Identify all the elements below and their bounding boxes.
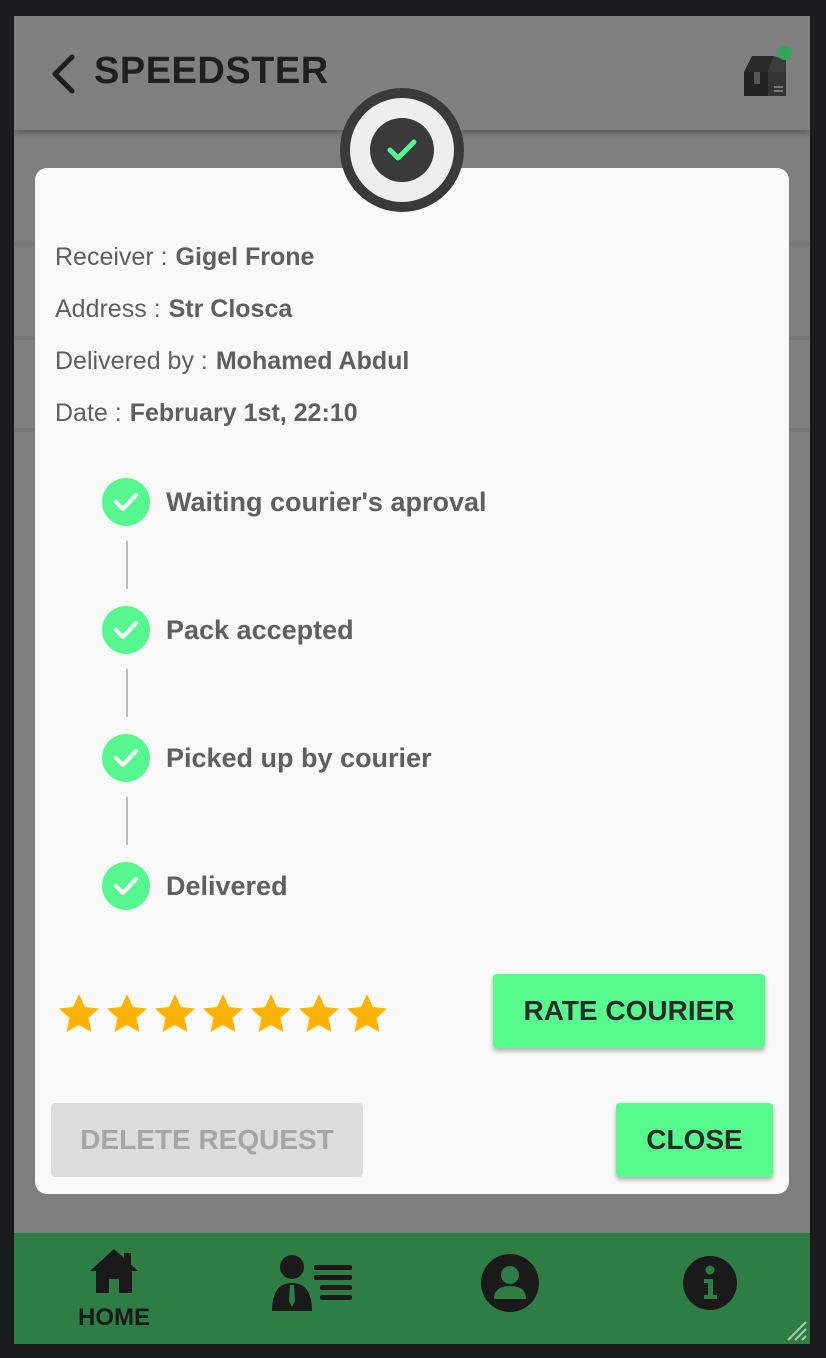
- nav-home-label: HOME: [78, 1304, 150, 1331]
- back-button[interactable]: [48, 54, 78, 94]
- receiver-label: Receiver :: [55, 243, 168, 271]
- nav-info[interactable]: [660, 1233, 760, 1344]
- check-circle-icon: [387, 139, 417, 161]
- check-icon: [102, 478, 150, 526]
- delivered-status-badge: [340, 88, 464, 212]
- address-value: Str Closca: [168, 295, 293, 323]
- date-row: Date : February 1st, 22:10: [55, 399, 358, 428]
- courier-list-icon: [272, 1255, 352, 1311]
- nav-couriers[interactable]: [264, 1233, 364, 1344]
- rate-courier-button[interactable]: RATE COURIER: [493, 974, 765, 1048]
- step-connector: [126, 541, 128, 589]
- step-label: Waiting courier's aproval: [166, 487, 487, 517]
- home-icon: [90, 1249, 138, 1293]
- app-window: SPEEDSTER Receiver : Gigel Frone Address …: [14, 16, 810, 1344]
- check-icon: [102, 734, 150, 782]
- nav-account[interactable]: [460, 1233, 560, 1344]
- address-row: Address : Str Closca: [55, 295, 292, 324]
- delete-request-button[interactable]: DELETE REQUEST: [51, 1103, 363, 1177]
- app-title: SPEEDSTER: [94, 50, 329, 92]
- date-value: February 1st, 22:10: [129, 399, 358, 427]
- step-label: Picked up by courier: [166, 743, 432, 773]
- bottom-navigation: HOME: [14, 1233, 810, 1344]
- star-icon[interactable]: [105, 992, 149, 1036]
- courier-value: Mohamed Abdul: [215, 347, 410, 375]
- account-icon: [481, 1254, 539, 1312]
- star-icon[interactable]: [153, 992, 197, 1036]
- check-icon: [102, 606, 150, 654]
- step-label: Delivered: [166, 871, 288, 901]
- courier-label: Delivered by :: [55, 347, 208, 375]
- star-icon[interactable]: [57, 992, 101, 1036]
- resize-grip-icon[interactable]: [782, 1316, 808, 1342]
- address-label: Address :: [55, 295, 161, 323]
- receiver-value: Gigel Frone: [175, 243, 315, 271]
- notification-dot: [778, 46, 792, 60]
- courier-row: Delivered by : Mohamed Abdul: [55, 347, 409, 376]
- step-label: Pack accepted: [166, 615, 354, 645]
- step-connector: [126, 669, 128, 717]
- delivery-details-dialog: Receiver : Gigel Frone Address : Str Closc…: [35, 168, 789, 1194]
- close-button[interactable]: CLOSE: [616, 1103, 773, 1177]
- info-icon: [683, 1256, 737, 1310]
- step-connector: [126, 797, 128, 845]
- star-icon[interactable]: [345, 992, 389, 1036]
- chevron-left-icon: [52, 54, 75, 94]
- nav-home[interactable]: HOME: [64, 1233, 164, 1344]
- star-icon[interactable]: [201, 992, 245, 1036]
- receiver-row: Receiver : Gigel Frone: [55, 243, 314, 272]
- date-label: Date :: [55, 399, 122, 427]
- star-icon[interactable]: [297, 992, 341, 1036]
- star-icon[interactable]: [249, 992, 293, 1036]
- check-icon: [102, 862, 150, 910]
